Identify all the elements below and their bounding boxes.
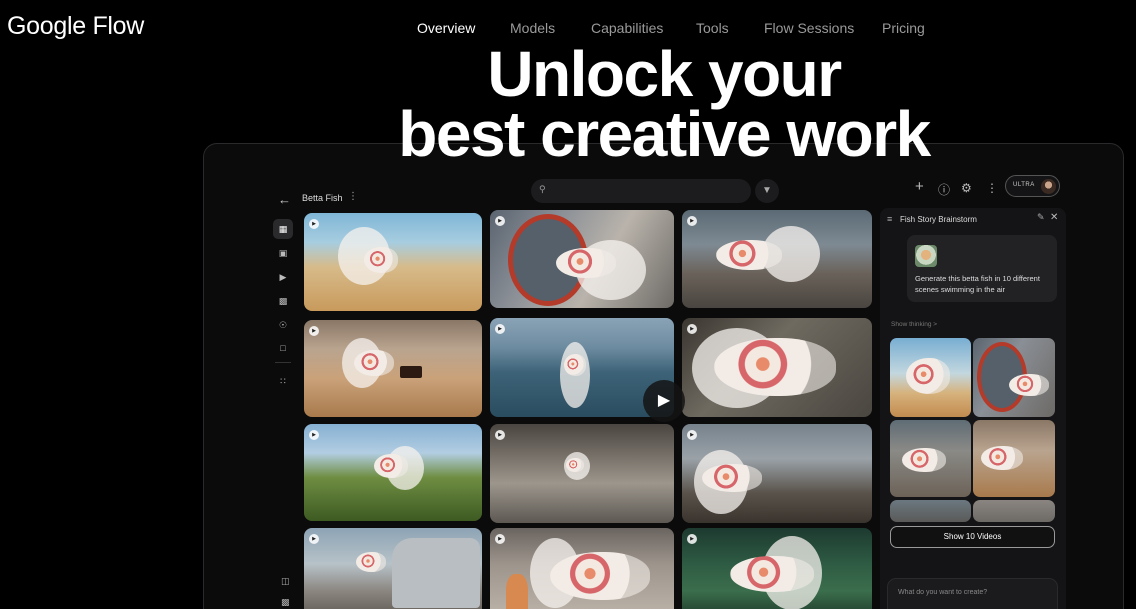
clapperboard-icon[interactable]: ▩	[273, 291, 293, 311]
reference-image-thumbnail[interactable]	[915, 245, 937, 267]
trash-icon[interactable]: ◫	[281, 576, 290, 587]
google-flow-logo[interactable]: Google Flow	[7, 12, 144, 41]
grid-icon[interactable]: ▦	[273, 219, 293, 239]
close-icon[interactable]: ✕	[1050, 212, 1058, 223]
nav-tools[interactable]: Tools	[696, 20, 729, 36]
arrow-left-icon[interactable]: ←	[278, 192, 291, 207]
play-badge-icon: ▶	[687, 430, 697, 440]
media-tile[interactable]: ▶	[682, 210, 872, 308]
media-tile[interactable]: ▶	[682, 318, 872, 417]
panel-title: Fish Story Brainstorm	[900, 215, 977, 224]
folder-icon[interactable]: □	[273, 338, 293, 358]
result-tile[interactable]	[973, 420, 1055, 497]
media-tile[interactable]: ▶	[682, 528, 872, 609]
project-title: Betta Fish	[302, 193, 343, 203]
play-badge-icon: ▶	[309, 326, 319, 336]
result-tile[interactable]	[890, 500, 971, 522]
image-icon[interactable]: ▣	[273, 243, 293, 263]
play-badge-icon: ▶	[309, 219, 319, 229]
hero-line-1: Unlock your	[487, 38, 842, 110]
nav-models[interactable]: Models	[510, 20, 555, 36]
play-badge-icon: ▶	[309, 430, 319, 440]
person-icon[interactable]: ☉	[273, 315, 293, 335]
settings-icon[interactable]: ⚙	[961, 181, 972, 195]
nav-overview[interactable]: Overview	[417, 20, 475, 36]
media-tile[interactable]: ▶	[304, 213, 482, 311]
play-badge-icon: ▶	[687, 534, 697, 544]
account-pill[interactable]: ULTRA	[1005, 175, 1060, 197]
nav-pricing[interactable]: Pricing	[882, 20, 925, 36]
app-preview-window: ← Betta Fish ⋮ ⚲ ▼ + ⓘ ⚙ ⋮ ULTRA ▦ ▣ ▶ ▩…	[203, 143, 1124, 609]
play-badge-icon: ▶	[495, 324, 505, 334]
result-tile[interactable]	[973, 338, 1055, 417]
result-tile[interactable]	[973, 500, 1055, 522]
rail-divider	[275, 362, 291, 363]
media-tile[interactable]: ▶	[490, 424, 674, 523]
avatar	[1041, 179, 1056, 194]
play-icon: ▶	[657, 392, 671, 409]
search-icon: ⚲	[539, 184, 546, 194]
export-icon[interactable]: ▩	[281, 597, 290, 608]
edit-icon[interactable]: ✎	[1037, 212, 1045, 223]
filter-icon: ▼	[762, 185, 772, 196]
media-tile[interactable]: ▶	[490, 210, 674, 308]
plus-icon[interactable]: +	[915, 178, 924, 195]
media-tile[interactable]: ▶	[304, 528, 482, 609]
prompt-text: Generate this betta fish in 10 different…	[915, 274, 1040, 294]
nav-flow-sessions[interactable]: Flow Sessions	[764, 20, 854, 36]
apps-icon[interactable]: ∷	[273, 371, 293, 391]
media-tile[interactable]: ▶	[304, 320, 482, 417]
compose-box[interactable]	[887, 578, 1058, 609]
play-badge-icon: ▶	[495, 430, 505, 440]
menu-icon[interactable]: ≡	[887, 214, 892, 224]
media-tile[interactable]: ▶	[490, 528, 674, 609]
result-tile[interactable]	[890, 420, 971, 497]
filter-button[interactable]: ▼	[755, 179, 779, 203]
search-input[interactable]: ⚲	[531, 179, 751, 203]
result-tile[interactable]	[890, 338, 971, 417]
more-vert-icon[interactable]: ⋮	[986, 181, 998, 195]
hero-line-2: best creative work	[398, 98, 931, 170]
play-button[interactable]: ▶	[643, 380, 685, 422]
play-badge-icon: ▶	[687, 324, 697, 334]
play-badge-icon: ▶	[495, 216, 505, 226]
media-tile[interactable]: ▶	[304, 424, 482, 521]
plan-badge: ULTRA	[1013, 182, 1035, 188]
kebab-icon[interactable]: ⋮	[348, 191, 358, 202]
play-badge-icon: ▶	[687, 216, 697, 226]
hero-heading: Unlock your best creative work	[0, 38, 1136, 170]
show-thinking-link[interactable]: Show thinking >	[891, 321, 937, 328]
media-tile[interactable]: ▶	[682, 424, 872, 523]
show-videos-button[interactable]: Show 10 Videos	[890, 526, 1055, 548]
play-badge-icon: ▶	[495, 534, 505, 544]
play-badge-icon: ▶	[309, 534, 319, 544]
help-icon[interactable]: ⓘ	[938, 181, 950, 198]
video-icon[interactable]: ▶	[273, 267, 293, 287]
prompt-input[interactable]	[898, 585, 1048, 599]
nav-capabilities[interactable]: Capabilities	[591, 20, 663, 36]
prompt-message: Generate this betta fish in 10 different…	[907, 235, 1057, 302]
